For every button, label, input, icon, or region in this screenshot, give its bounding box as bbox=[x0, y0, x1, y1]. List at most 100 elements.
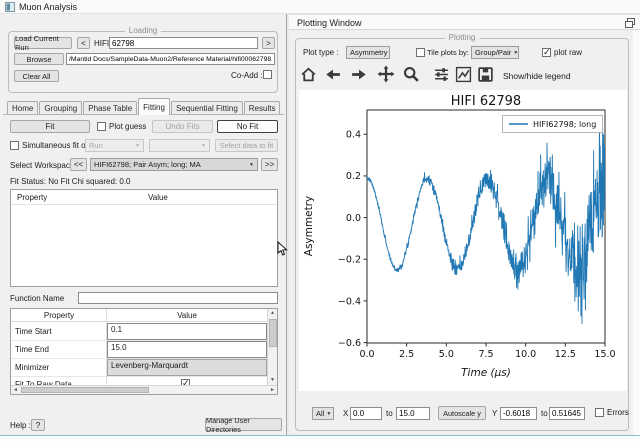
next-run-button[interactable]: > bbox=[262, 37, 275, 49]
settings-value-header: Value bbox=[107, 311, 267, 320]
plot-guess-checkbox[interactable] bbox=[97, 122, 106, 131]
tab-home[interactable]: Home bbox=[7, 101, 38, 115]
scrollbar-thumb[interactable] bbox=[269, 319, 277, 347]
autoscale-y-button[interactable]: Autoscale y bbox=[438, 406, 486, 420]
save-icon[interactable] bbox=[477, 66, 494, 83]
simultaneous-fit-checkbox[interactable] bbox=[10, 141, 19, 150]
tile-by-value: Group/Pair bbox=[475, 48, 511, 57]
previous-run-button[interactable]: < bbox=[77, 37, 90, 49]
scroll-right-icon[interactable]: ► bbox=[270, 388, 275, 393]
svg-text:7.5: 7.5 bbox=[478, 349, 493, 360]
muon-tab-bar: Home Grouping Phase Table Fitting Sequen… bbox=[7, 98, 281, 115]
scroll-down-icon[interactable]: ▼ bbox=[270, 378, 275, 383]
tab-sequential-fitting[interactable]: Sequential Fitting bbox=[171, 101, 243, 115]
svg-text:0.2: 0.2 bbox=[346, 171, 361, 182]
dropdown-arrow-icon: ▼ bbox=[199, 143, 206, 149]
workspace-next-button[interactable]: >> bbox=[261, 158, 278, 171]
co-add-checkbox[interactable] bbox=[263, 70, 272, 79]
workspace-previous-button[interactable]: << bbox=[70, 158, 87, 171]
tile-by-dropdown[interactable]: Group/Pair▼ bbox=[471, 46, 519, 59]
vertical-scrollbar[interactable]: ▲ ▼ bbox=[267, 309, 277, 385]
plotting-window-title: Plotting Window bbox=[297, 18, 362, 28]
time-start-value[interactable]: 0.1 bbox=[107, 323, 267, 340]
plot-title: HIFI 62798 bbox=[451, 94, 521, 109]
settings-row-property: Minimizer bbox=[15, 363, 49, 372]
customize-plot-icon[interactable] bbox=[455, 66, 472, 83]
svg-text:−0.2: −0.2 bbox=[338, 255, 361, 266]
plot-raw-label: plot raw bbox=[554, 48, 582, 57]
settings-property-header: Property bbox=[11, 311, 107, 320]
simultaneous-scope-dropdown[interactable]: Run▼ bbox=[85, 139, 144, 152]
time-end-value[interactable]: 15.0 bbox=[107, 341, 267, 358]
fit-button[interactable]: Fit bbox=[10, 120, 90, 133]
plot-raw-checkbox[interactable] bbox=[542, 48, 551, 57]
function-table-property-header: Property bbox=[17, 193, 47, 202]
settings-row-property: Time Start bbox=[15, 327, 52, 336]
to-label: to bbox=[386, 409, 393, 418]
plot-legend[interactable]: HIFI62798; long bbox=[503, 116, 603, 133]
muon-window-title: Muon Analysis bbox=[19, 2, 77, 12]
function-browser-table[interactable]: Property Value bbox=[10, 189, 278, 287]
x-range-label: X bbox=[343, 409, 348, 418]
tile-plots-checkbox[interactable] bbox=[416, 48, 425, 57]
scroll-up-icon[interactable]: ▲ bbox=[270, 311, 275, 316]
svg-text:0.0: 0.0 bbox=[359, 349, 374, 360]
y-max-input[interactable] bbox=[549, 407, 585, 420]
tab-results[interactable]: Results bbox=[244, 101, 281, 115]
errors-checkbox[interactable] bbox=[595, 408, 604, 417]
horizontal-scrollbar[interactable]: ◄ ► bbox=[11, 385, 277, 394]
plotting-group-label: Plotting bbox=[445, 33, 480, 42]
y-range-label: Y bbox=[492, 409, 497, 418]
manage-user-directories-button[interactable]: Manage User Directories bbox=[205, 418, 282, 431]
tab-phase-table[interactable]: Phase Table bbox=[83, 101, 137, 115]
home-icon[interactable] bbox=[300, 66, 317, 83]
axes-box bbox=[367, 110, 605, 343]
float-window-icon[interactable] bbox=[625, 18, 635, 28]
tab-grouping[interactable]: Grouping bbox=[39, 101, 82, 115]
back-icon[interactable] bbox=[325, 66, 342, 83]
function-name-input[interactable] bbox=[78, 292, 278, 304]
muon-app-icon bbox=[5, 2, 15, 12]
instrument-label: HIFI bbox=[94, 39, 109, 48]
x-max-input[interactable] bbox=[396, 407, 430, 420]
pan-icon[interactable] bbox=[377, 65, 395, 83]
x-min-input[interactable] bbox=[350, 407, 382, 420]
svg-text:12.5: 12.5 bbox=[555, 349, 576, 360]
forward-icon[interactable] bbox=[350, 66, 367, 83]
load-current-run-button[interactable]: Load Current Run bbox=[14, 37, 72, 49]
data-series-line bbox=[367, 125, 605, 324]
legend-entry-label: HIFI62798; long bbox=[533, 120, 596, 129]
plot-type-dropdown[interactable]: Asymmetry▼ bbox=[346, 46, 390, 59]
plot-figure[interactable]: HIFI 62798 0.02.55.07.510.012.515.0 0.40… bbox=[299, 90, 627, 391]
minimizer-value[interactable]: Levenberg-Marquardt bbox=[107, 359, 267, 376]
select-data-to-fit-button[interactable]: Select data to fit bbox=[215, 139, 278, 152]
help-button[interactable]: ? bbox=[31, 419, 45, 431]
zoom-icon[interactable] bbox=[403, 66, 420, 83]
clear-all-button[interactable]: Clear All bbox=[14, 70, 59, 82]
header-divider bbox=[11, 204, 277, 205]
dropdown-arrow-icon: ▼ bbox=[247, 162, 254, 168]
scope-dropdown[interactable]: All▼ bbox=[312, 407, 334, 420]
scrollbar-thumb[interactable] bbox=[21, 387, 149, 393]
file-path-input[interactable] bbox=[66, 53, 275, 65]
scroll-left-icon[interactable]: ◄ bbox=[13, 388, 18, 393]
browse-button[interactable]: Browse bbox=[14, 53, 64, 65]
help-label: Help : bbox=[10, 421, 31, 430]
show-hide-legend-button[interactable]: Show/hide legend bbox=[503, 71, 571, 81]
svg-text:15.0: 15.0 bbox=[594, 349, 615, 360]
tile-plots-label: Tile plots by: bbox=[427, 48, 469, 57]
no-fit-button[interactable]: No Fit bbox=[217, 120, 278, 133]
svg-text:5.0: 5.0 bbox=[439, 349, 454, 360]
configure-subplots-icon[interactable] bbox=[433, 66, 450, 83]
workspace-dropdown[interactable]: HIFI62798; Pair Asym; long; MA ▼ bbox=[90, 158, 258, 171]
svg-text:0.4: 0.4 bbox=[346, 130, 361, 141]
undo-fits-button[interactable]: Undo Fits bbox=[152, 120, 213, 133]
plot-type-value: Asymmetry bbox=[350, 48, 388, 57]
simultaneous-selection-dropdown[interactable]: ▼ bbox=[149, 139, 210, 152]
y-min-input[interactable] bbox=[500, 407, 537, 420]
run-number-input[interactable] bbox=[109, 37, 258, 49]
row-divider bbox=[11, 376, 267, 377]
tab-fitting[interactable]: Fitting bbox=[138, 98, 170, 115]
workspace-dropdown-value: HIFI62798; Pair Asym; long; MA bbox=[94, 160, 201, 169]
svg-text:−0.6: −0.6 bbox=[338, 338, 361, 349]
